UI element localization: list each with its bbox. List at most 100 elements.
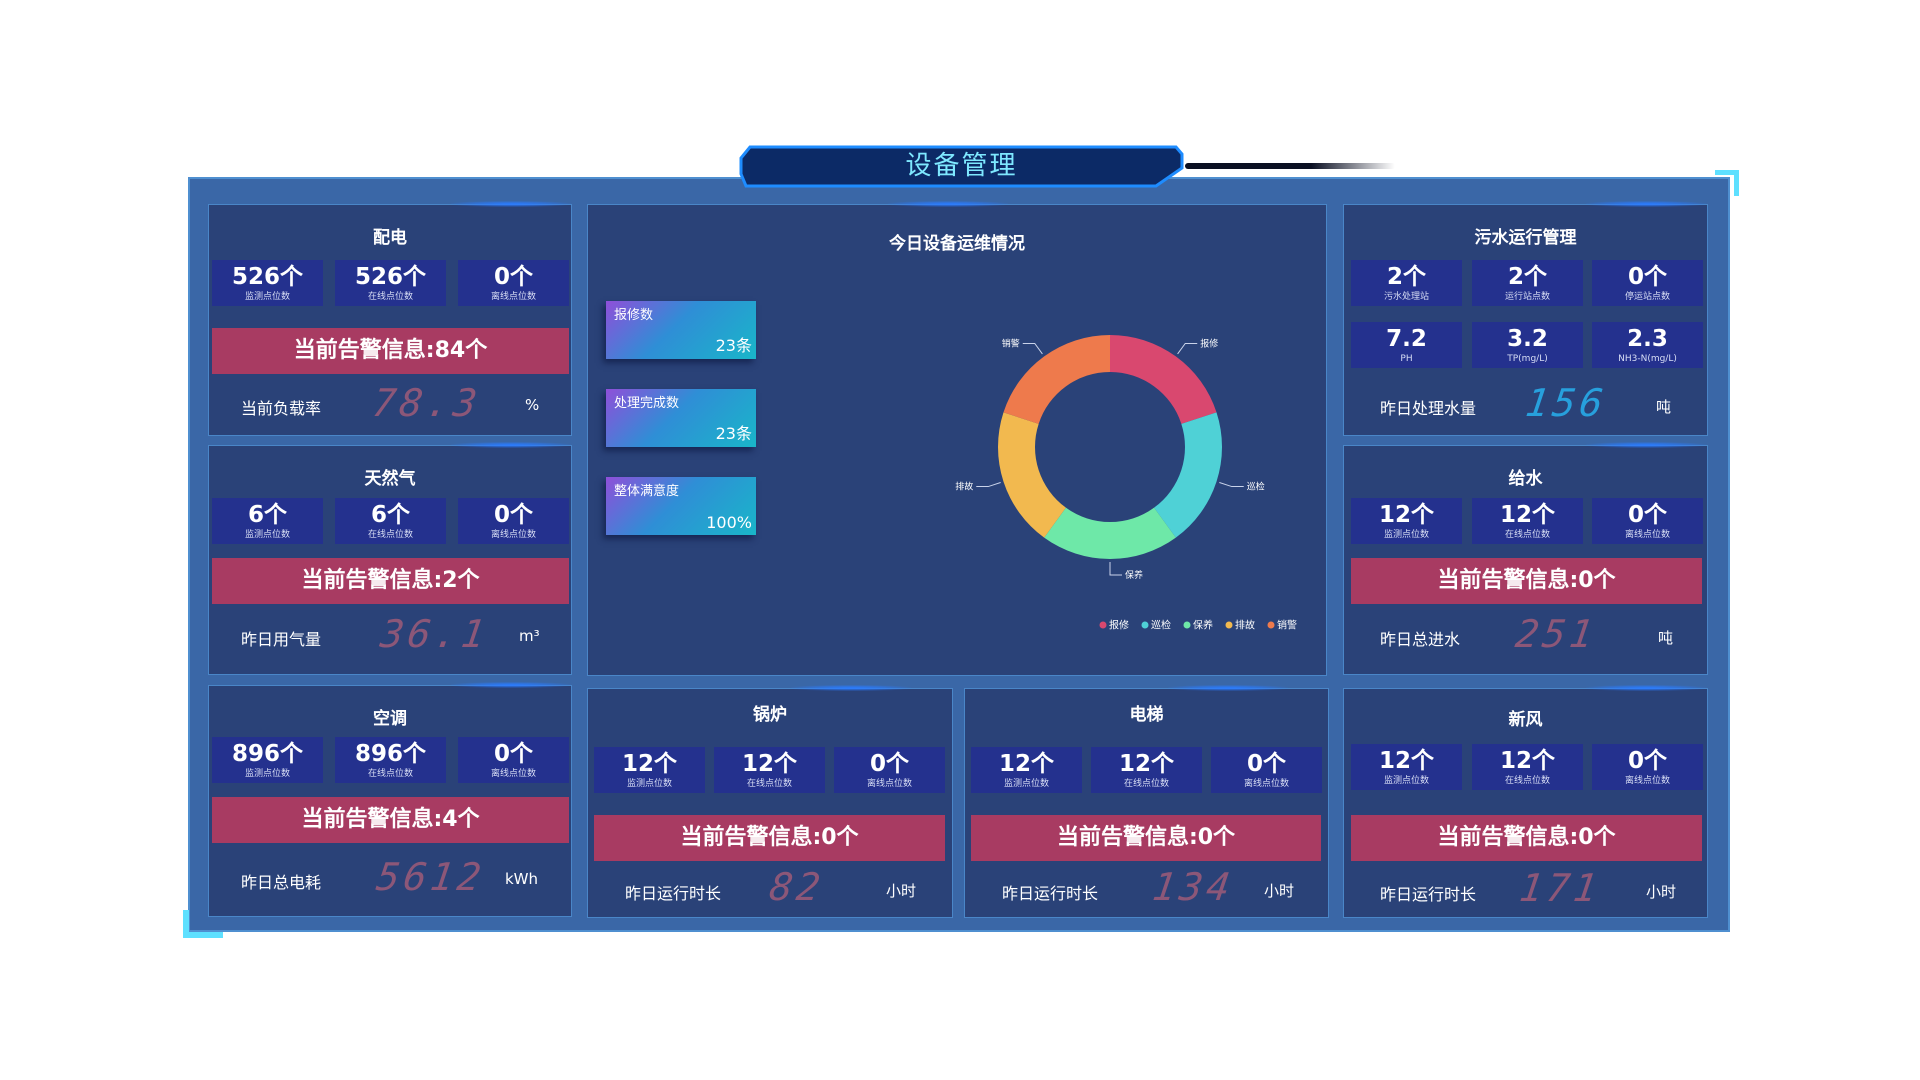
metric-label: 昨日处理水量	[1380, 399, 1477, 418]
panel-title: 给水	[1508, 469, 1543, 489]
panel-title: 电梯	[1129, 705, 1164, 725]
legend-swatch[interactable]	[1225, 621, 1233, 629]
panel-power: 配电 526个 监测点位数 526个 在线点位数 0个 离线点位数 当前告警信息:84…	[208, 201, 572, 436]
legend-label[interactable]: 保养	[1193, 619, 1213, 632]
metric-value: 5612	[373, 855, 488, 899]
metric-value: 134	[1149, 865, 1237, 909]
title-streak-decoration	[1185, 163, 1395, 169]
legend-swatch[interactable]	[1099, 621, 1107, 629]
stat-monitor-points: 12个 监测点位数	[594, 747, 705, 793]
glow-decoration	[1586, 201, 1706, 207]
alert-banner[interactable]: 当前告警信息:2个	[212, 558, 569, 604]
kpi-value: 23条	[715, 424, 752, 443]
stat-online-points: 12个 在线点位数	[1091, 747, 1202, 793]
stat-online-points: 896个 在线点位数	[335, 737, 446, 783]
stat-monitor-points: 12个 监测点位数	[1351, 498, 1462, 544]
metric-unit: kWh	[505, 870, 539, 888]
panel-title: 空调	[373, 709, 407, 729]
stat-stopped-stations: 0个 停运站点数	[1592, 260, 1703, 306]
metric-label: 昨日运行时长	[1002, 884, 1099, 903]
alert-banner[interactable]: 当前告警信息:0个	[1351, 815, 1702, 861]
glow-decoration	[791, 685, 911, 691]
alert-banner[interactable]: 当前告警信息:0个	[971, 815, 1321, 861]
panel-title: 天然气	[364, 469, 416, 489]
stat-running-stations: 2个 运行站点数	[1472, 260, 1583, 306]
glow-decoration	[451, 442, 571, 448]
stat-offline-points: 0个 离线点位数	[458, 737, 569, 783]
callout-line	[1177, 342, 1198, 355]
stat-sewage-stations: 2个 污水处理站	[1351, 260, 1462, 306]
panel-gas: 天然气 6个 监测点位数 6个 在线点位数 0个 离线点位数 当前告警信息:2个 昨日…	[208, 442, 572, 675]
stat-online-points: 12个 在线点位数	[1472, 498, 1583, 544]
stat-monitor-points: 12个 监测点位数	[1351, 744, 1462, 790]
glow-decoration	[451, 682, 571, 688]
callout-label: 报修	[1200, 337, 1218, 349]
metric-label: 昨日总电耗	[241, 873, 322, 892]
callout-label: 巡检	[1247, 481, 1265, 493]
alert-banner[interactable]: 当前告警信息:4个	[212, 797, 569, 843]
stat-ph: 7.2 PH	[1351, 322, 1462, 368]
metric-label: 当前负载率	[241, 399, 322, 418]
panel-fresh-air: 新风 12个 监测点位数 12个 在线点位数 0个 离线点位数 当前告警信息:0个 昨…	[1343, 685, 1708, 918]
stat-online-points: 6个 在线点位数	[335, 498, 446, 544]
metric-value: 82	[766, 865, 827, 909]
stat-offline-points: 0个 离线点位数	[458, 260, 569, 306]
stat-monitor-points: 526个 监测点位数	[212, 260, 323, 306]
donut-slice[interactable]	[1044, 507, 1176, 559]
metric-label: 昨日运行时长	[625, 884, 722, 903]
panel-title: 新风	[1508, 710, 1543, 730]
stat-offline-points: 0个 离线点位数	[458, 498, 569, 544]
kpi-repair-count[interactable]: 报修数 23条	[606, 301, 756, 359]
title-banner: 设备管理	[738, 144, 1185, 189]
legend-label[interactable]: 销警	[1277, 619, 1297, 632]
stat-online-points: 12个 在线点位数	[1472, 744, 1583, 790]
callout-line	[976, 482, 1001, 488]
panel-sewage: 污水运行管理 2个 污水处理站 2个 运行站点数 0个 停运站点数 7.2 PH 3.2…	[1343, 201, 1708, 436]
legend-swatch[interactable]	[1141, 621, 1149, 629]
legend-label[interactable]: 报修	[1109, 619, 1129, 632]
kpi-value: 100%	[706, 513, 752, 532]
donut-slices	[998, 335, 1222, 559]
stat-monitor-points: 6个 监测点位数	[212, 498, 323, 544]
legend-swatch[interactable]	[1183, 621, 1191, 629]
page-title: 设备管理	[905, 151, 1018, 181]
donut-slice[interactable]	[998, 412, 1066, 538]
kpi-value: 23条	[715, 336, 752, 355]
metric-unit: 小时	[886, 882, 917, 900]
legend-label[interactable]: 巡检	[1151, 619, 1171, 632]
panel-title: 配电	[373, 228, 407, 248]
stat-monitor-points: 896个 监测点位数	[212, 737, 323, 783]
callout-line	[1022, 342, 1043, 355]
metric-unit: 吨	[1656, 398, 1672, 416]
alert-banner[interactable]: 当前告警信息:0个	[1351, 558, 1702, 604]
donut-slice[interactable]	[1154, 412, 1222, 538]
panel-title: 锅炉	[753, 705, 787, 725]
kpi-label: 整体满意度	[614, 484, 680, 499]
metric-unit: 吨	[1658, 629, 1674, 647]
stat-offline-points: 0个 离线点位数	[1592, 744, 1703, 790]
metric-unit: m³	[519, 627, 540, 645]
stat-nh3n: 2.3 NH3-N(mg/L)	[1592, 322, 1703, 368]
glow-decoration	[1586, 685, 1706, 691]
metric-unit: 小时	[1646, 883, 1677, 901]
panel-ac: 空调 896个 监测点位数 896个 在线点位数 0个 离线点位数 当前告警信息:4个…	[208, 682, 572, 917]
kpi-satisfaction[interactable]: 整体满意度 100%	[606, 477, 756, 535]
metric-value: 171	[1516, 866, 1604, 910]
stat-offline-points: 0个 离线点位数	[834, 747, 945, 793]
stat-monitor-points: 12个 监测点位数	[971, 747, 1082, 793]
panel-boiler: 锅炉 12个 监测点位数 12个 在线点位数 0个 离线点位数 当前告警信息:0个 昨…	[587, 685, 953, 918]
alert-banner[interactable]: 当前告警信息:0个	[594, 815, 945, 861]
alert-banner[interactable]: 当前告警信息:84个	[212, 328, 569, 374]
glow-decoration	[451, 201, 571, 207]
stat-online-points: 12个 在线点位数	[714, 747, 825, 793]
kpi-label: 处理完成数	[614, 396, 680, 411]
panel-water-supply: 给水 12个 监测点位数 12个 在线点位数 0个 离线点位数 当前告警信息:0个 昨…	[1343, 442, 1708, 675]
legend-swatch[interactable]	[1267, 621, 1275, 629]
kpi-completed-count[interactable]: 处理完成数 23条	[606, 389, 756, 447]
metric-value: 251	[1512, 612, 1600, 656]
stat-offline-points: 0个 离线点位数	[1211, 747, 1322, 793]
callout-line	[1219, 482, 1244, 488]
callout-line	[1109, 562, 1122, 576]
legend-label[interactable]: 排故	[1235, 619, 1255, 632]
glow-decoration	[1168, 685, 1288, 691]
